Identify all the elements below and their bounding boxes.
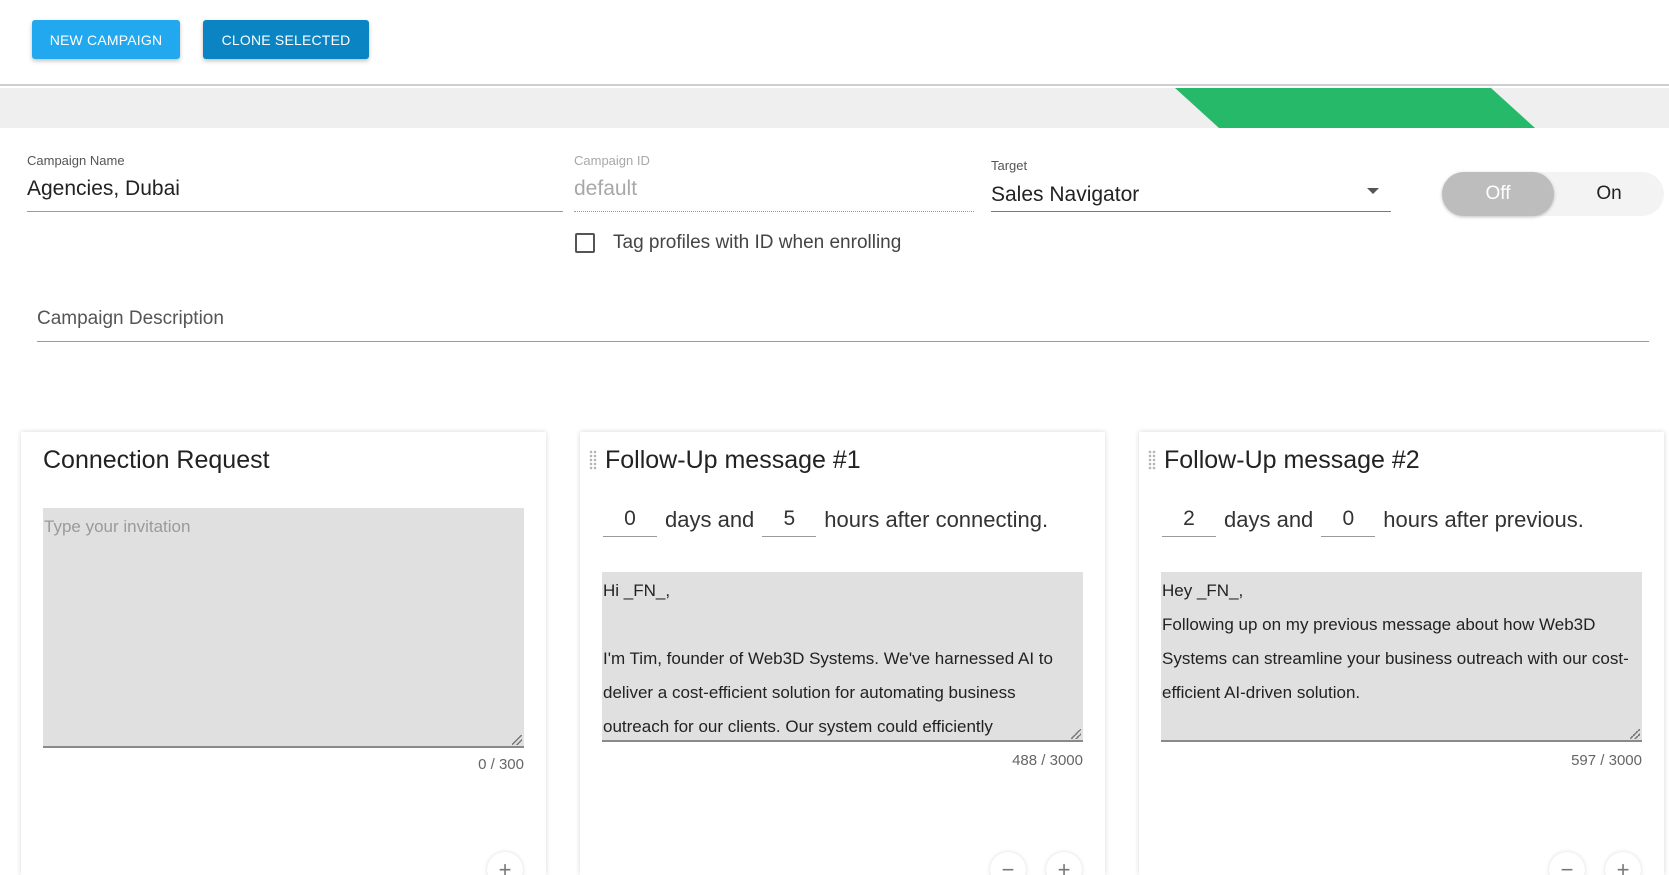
clone-selected-button[interactable]: CLONE SELECTED [203,20,369,59]
add-step-button[interactable]: + [1046,852,1082,875]
schedule-row: days and hours after connecting. [603,505,1056,541]
message-textarea[interactable]: Hi _FN_, I'm Tim, founder of Web3D Syste… [602,572,1083,742]
campaign-description-input[interactable]: Campaign Description [37,308,224,330]
resize-grip-icon[interactable] [1630,729,1640,739]
tag-profiles-label: Tag profiles with ID when enrolling [613,232,902,253]
plus-icon: + [1057,857,1071,875]
target-underline [991,211,1391,212]
card-title: Follow-Up message #1 [605,446,861,474]
new-campaign-button[interactable]: NEW CAMPAIGN [32,20,180,59]
message-char-counter: 488 / 3000 [1012,752,1083,769]
campaign-id-input: default [574,177,638,200]
days-input[interactable] [603,505,657,537]
target-select[interactable]: Sales Navigator [991,183,1139,207]
follow-up-2-card: Follow-Up message #2 days and hours afte… [1139,432,1664,875]
campaign-id-underline [574,211,974,212]
tag-profiles-checkbox[interactable] [575,233,595,253]
card-title: Follow-Up message #2 [1164,446,1420,474]
plus-icon: + [1616,857,1630,875]
top-toolbar: NEW CAMPAIGN CLONE SELECTED [0,0,1669,86]
message-textarea[interactable]: Hey _FN_, Following up on my previous me… [1161,572,1642,742]
days-input[interactable] [1162,505,1216,537]
hours-label: hours after previous. [1383,507,1584,532]
campaign-progress-fill [1175,88,1535,128]
hours-label: hours after connecting. [824,507,1049,532]
campaign-id-label: Campaign ID [574,153,650,168]
toggle-on-option[interactable]: On [1554,172,1664,216]
campaign-progress-track [0,88,1669,128]
drag-handle-icon[interactable] [589,450,597,470]
campaign-description-underline [37,341,1649,342]
days-label: days and [665,507,755,532]
invitation-textarea[interactable] [43,508,524,748]
campaign-name-label: Campaign Name [27,153,125,168]
toggle-off-option[interactable]: Off [1442,172,1554,216]
campaign-name-input[interactable]: Agencies, Dubai [27,177,180,201]
schedule-row: days and hours after previous. [1162,505,1592,541]
plus-icon: + [498,857,512,875]
resize-grip-icon[interactable] [1071,729,1081,739]
follow-up-1-card: Follow-Up message #1 days and hours afte… [580,432,1105,875]
remove-step-button[interactable]: − [990,852,1026,875]
minus-icon: − [1560,857,1574,875]
add-step-button[interactable]: + [1605,852,1641,875]
message-char-counter: 597 / 3000 [1571,752,1642,769]
hours-input[interactable] [762,505,817,537]
add-step-button[interactable]: + [487,852,523,875]
hours-input[interactable] [1321,505,1376,537]
drag-handle-icon[interactable] [1148,450,1156,470]
invitation-char-counter: 0 / 300 [478,756,524,773]
campaign-active-toggle[interactable]: Off On [1442,172,1664,216]
days-label: days and [1224,507,1314,532]
target-label: Target [991,158,1028,173]
minus-icon: − [1001,857,1015,875]
connection-request-card: Connection Request 0 / 300 + [21,432,546,875]
chevron-down-icon[interactable] [1367,188,1379,194]
resize-grip-icon[interactable] [512,735,522,745]
campaign-name-underline [27,211,563,212]
card-title: Connection Request [43,446,270,474]
remove-step-button[interactable]: − [1549,852,1585,875]
